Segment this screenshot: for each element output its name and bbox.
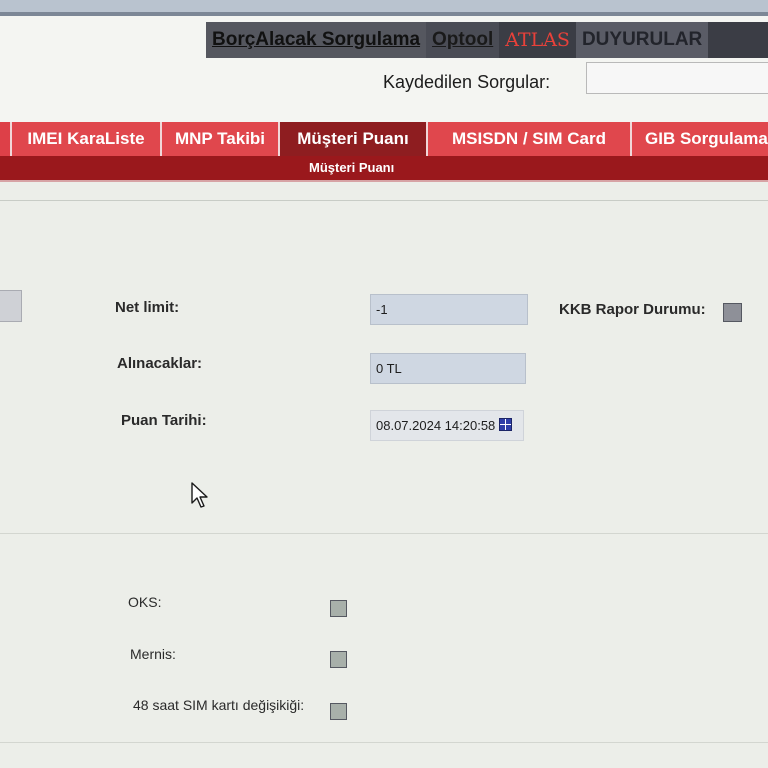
mouse-cursor-icon [191,482,208,508]
tab-gib-sorgulama[interactable]: GIB Sorgulama [632,122,768,156]
kkb-rapor-checkbox[interactable] [723,303,742,322]
saved-queries-label: Kaydedilen Sorgular: [383,72,551,92]
top-links-bar: BorçAlacak Sorgulama Optool ATLAS DUYURULAR [206,22,768,58]
puan-tarihi-value: 08.07.2024 14:20:58 [376,418,496,433]
alinacaklar-label: Alınacaklar: [117,355,203,372]
sub-nav: Müşteri Puanı [0,156,768,182]
net-limit-label: Net limit: [115,299,180,316]
link-optool[interactable]: Optool [426,22,500,58]
saved-queries-select[interactable] [586,62,768,94]
link-atlas[interactable]: ATLAS [499,22,576,58]
sim-change-checkbox[interactable] [330,703,347,720]
alinacaklar-field[interactable]: 0 TL [370,353,526,384]
calendar-icon[interactable] [499,418,513,431]
tab-musteri-puani[interactable]: Müşteri Puanı [280,122,428,156]
link-borc-alacak[interactable]: BorçAlacak Sorgulama [206,22,427,58]
tab-imei-karaliste[interactable]: IMEI KaraListe [12,122,162,156]
link-duyurular[interactable]: DUYURULAR [575,22,709,58]
sub-nav-item-musteri-puani[interactable]: Müşteri Puanı [309,160,394,175]
oks-label: OKS: [128,594,162,610]
divider [0,533,768,534]
oks-checkbox[interactable] [330,600,347,617]
tab-previous[interactable] [0,122,12,156]
main-nav: IMEI KaraListe MNP Takibi Müşteri Puanı … [0,122,768,156]
kkb-rapor-label: KKB Rapor Durumu: [559,301,706,318]
divider [0,742,768,743]
mernis-checkbox[interactable] [330,651,347,668]
sim-change-label: 48 saat SIM kartı değişikiği: [133,697,305,713]
divider [0,200,768,201]
tab-msisdn-sim-card[interactable]: MSISDN / SIM Card [428,122,632,156]
puan-tarihi-label: Puan Tarihi: [121,412,207,429]
puan-tarihi-field[interactable]: 08.07.2024 14:20:58 [370,410,524,441]
content-panel [0,182,768,768]
net-limit-field[interactable]: -1 [370,294,528,325]
left-edge-field[interactable] [0,290,22,322]
window-top-strip [0,0,768,16]
mernis-label: Mernis: [130,646,176,662]
tab-mnp-takibi[interactable]: MNP Takibi [162,122,280,156]
